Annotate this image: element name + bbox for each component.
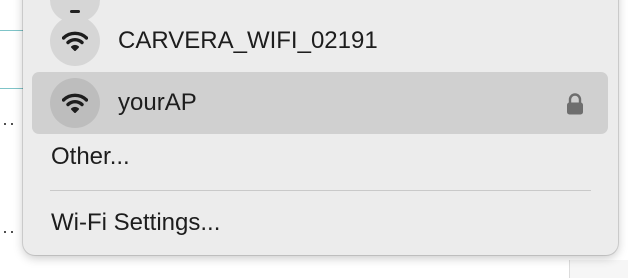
wifi-icon [50,16,100,66]
network-name: CARVERA_WIFI_02191 [118,27,378,54]
wifi-icon [50,78,100,128]
other-networks-item[interactable]: Other... [51,143,130,171]
menu-separator [50,190,591,191]
lock-icon [564,92,586,116]
wifi-settings-item[interactable]: Wi-Fi Settings... [51,209,220,237]
network-item-yourap[interactable]: yourAP [32,72,608,134]
background-divider [0,88,24,89]
wifi-menu: CARVERA_WIFI_02191 yourAP Other... Wi-Fi… [23,0,618,255]
network-item-carvera[interactable]: CARVERA_WIFI_02191 [32,10,608,72]
background-divider [0,30,24,31]
background-panel-edge [569,260,628,278]
background-ellipsis: ·· [2,113,16,133]
background-ellipsis: ·· [2,221,16,241]
network-name: yourAP [118,89,197,116]
